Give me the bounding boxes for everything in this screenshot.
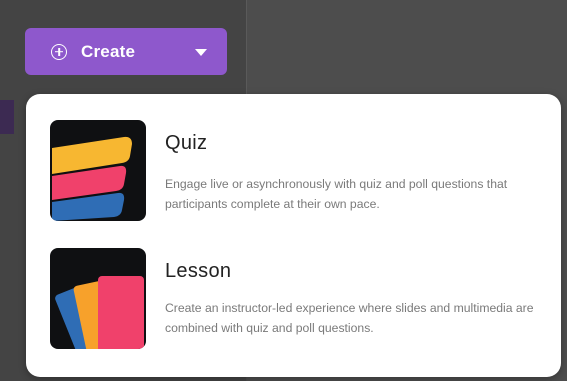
caret-down-icon xyxy=(195,49,207,56)
menu-item-title: Lesson xyxy=(165,260,232,282)
lesson-card-front xyxy=(98,276,144,349)
backdrop-divider xyxy=(246,0,247,96)
create-main-action[interactable]: Create xyxy=(25,28,175,75)
menu-item-lesson[interactable]: Lesson Create an instructor-led experien… xyxy=(26,242,561,362)
create-dropdown-toggle[interactable] xyxy=(175,28,227,75)
lesson-cards-icon xyxy=(50,248,146,349)
create-dropdown-menu: Quiz Engage live or asynchronously with … xyxy=(26,94,561,377)
menu-item-quiz[interactable]: Quiz Engage live or asynchronously with … xyxy=(26,114,561,234)
create-button[interactable]: Create xyxy=(25,28,227,75)
menu-item-description: Engage live or asynchronously with quiz … xyxy=(165,177,508,211)
plus-circle-icon xyxy=(51,43,67,60)
quiz-stack-icon xyxy=(50,120,146,221)
menu-item-description: Create an instructor-led experience wher… xyxy=(165,301,534,335)
menu-item-title: Quiz xyxy=(165,132,208,154)
create-button-label: Create xyxy=(81,41,136,61)
backdrop-accent xyxy=(0,100,14,134)
